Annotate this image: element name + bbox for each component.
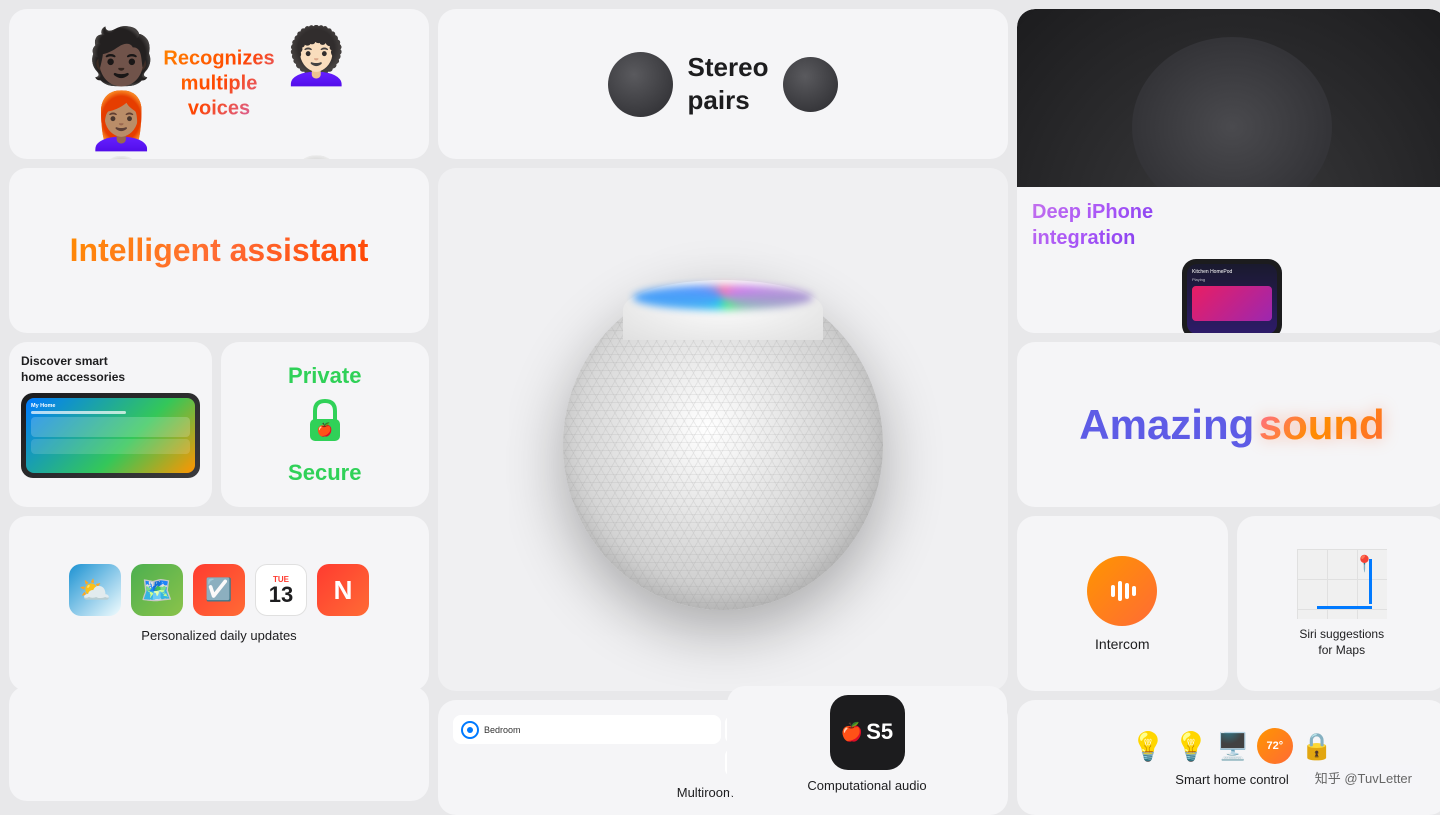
homepod-main [553,240,893,620]
amazing-label: Amazing [1079,401,1254,448]
news-app-icon: N [317,564,369,616]
smart-monitor-icon: 🖥️ [1217,731,1249,762]
row3-left-wrapper: Discover smart home accessories My Home … [9,342,429,507]
bedroom-label: Bedroom [484,725,521,735]
daily-updates-card: ⛅ 🗺️ ☑️ TUE 13 N Personalized daily upda… [9,516,429,691]
computational-label: Computational audio [807,778,926,793]
reminders-app-icon: ☑️ [193,564,245,616]
iphone-screen-sub: Playing [1192,277,1272,282]
phone-content2 [31,439,190,454]
smart-lock-icon: 🔒 [1301,731,1333,762]
maps-route-horizontal [1317,606,1372,609]
s5-chip: 🍎 S5 [830,695,905,770]
homepod-body [563,280,883,610]
siri-maps-card: 📍 Siri suggestions for Maps [1237,516,1440,691]
homepod-glow [633,285,813,310]
deep-iphone-label: Deep iPhone integration [1032,199,1153,251]
calendar-app-icon: TUE 13 [255,564,307,616]
intelligent-label: Intelligent assistant [70,231,369,269]
intercom-label: Intercom [1095,636,1149,652]
watermark: 知乎 @TuvLetter [1307,765,1420,790]
app-icons-row: ⛅ 🗺️ ☑️ TUE 13 N [69,564,369,616]
stereo-label-line2: pairs [688,85,769,116]
phone-mockup: My Home [21,393,200,478]
voices-content: 🧑🏿 👩🏻‍🦱 👩🏽‍🦰 👨🏽‍🦳 👩🏾‍🦳 Recognizes multip… [24,24,414,144]
svg-text:🍎: 🍎 [317,421,333,437]
amazing-sound-text: Amazing sound [1079,401,1384,449]
news-n: N [334,575,353,606]
intercom-card: Intercom [1017,516,1228,691]
stereo-card: Stereo pairs [438,9,1008,159]
phone-my-home: My Home [31,403,190,409]
intelligent-card: Intelligent assistant [9,168,429,333]
smart-home-ctrl-card: 💡 💡 🖥️ 72° 🔒 Smart home control [1017,700,1440,815]
stereo-label-line1: Stereo [688,52,769,83]
homepod-dark-bg [1017,9,1440,187]
siri-maps-label: Siri suggestions for Maps [1299,627,1384,658]
room-empty [453,748,721,777]
smart-bulb2-icon: 💡 [1174,730,1209,763]
maps-grid: 📍 [1297,549,1387,619]
secure-label: Secure [288,460,361,486]
iphone-bottom-content: Deep iPhone integration Kitchen HomePod … [1017,187,1440,333]
private-secure-card: Private 🍎 Secure [221,342,430,507]
homepod-dark-shape [1132,37,1332,187]
computational-audio-card: 🍎 S5 Computational audio [727,686,1007,801]
smart-icons-row: 💡 💡 🖥️ 72° 🔒 [1131,728,1334,764]
iphone-screen: Kitchen HomePod Playing [1187,264,1277,333]
memoji-6: 👩🏾‍🦳 [219,154,414,159]
private-label: Private [288,363,361,389]
maps-pin: 📍 [1355,554,1375,574]
smart-thermostat-icon: 72° [1257,728,1293,764]
row4-right-wrapper: Intercom 📍 Siri suggestions for Maps [1017,516,1440,691]
daily-label: Personalized daily updates [141,628,296,643]
bedroom-circle [461,721,479,739]
smart-home-discover-bottom [9,686,429,801]
voices-card: 🧑🏿 👩🏻‍🦱 👩🏽‍🦰 👨🏽‍🦳 👩🏾‍🦳 Recognizes multip… [9,9,429,159]
maps-app-icon: 🗺️ [131,564,183,616]
phone-bar1 [31,411,126,414]
weather-app-icon: ⛅ [69,564,121,616]
maps-emoji: 🗺️ [141,575,173,606]
sound-label: sound [1259,401,1385,448]
smart-bulb1-icon: 💡 [1131,730,1166,763]
iphone-screen-title: Kitchen HomePod [1192,269,1272,275]
discover-card: Discover smart home accessories My Home [9,342,212,507]
discover-title: Discover smart home accessories [21,354,200,385]
reminders-emoji: ☑️ [205,577,232,603]
apple-lock-icon: 🍎 [305,397,345,452]
intercom-wave-icon [1105,577,1140,605]
voices-label: Recognizes multiple voices [154,47,284,122]
phone-content1 [31,417,190,437]
calendar-date: 13 [269,584,293,606]
homepod-icon-left [608,52,673,117]
s5-text: S5 [866,719,893,745]
phone-screen: My Home [26,398,195,473]
memoji-5: 👨🏽‍🦳 [24,154,219,159]
iphone-top-image [1017,9,1440,187]
intercom-icon-circle [1087,556,1157,626]
iphone-integration-card: Deep iPhone integration Kitchen HomePod … [1017,9,1440,333]
weather-emoji: ⛅ [79,575,111,606]
smart-home-label: Smart home control [1175,772,1288,787]
homepod-icon-right [783,57,838,112]
amazing-sound-card: Amazing sound [1017,342,1440,507]
iphone-album-art [1192,286,1272,321]
homepod-top [623,280,823,340]
iphone-mockup: Kitchen HomePod Playing [1182,259,1282,333]
apple-chip-logo: 🍎 [841,722,863,743]
homepod-center-card [438,168,1008,691]
bedroom-room: Bedroom [453,715,721,744]
